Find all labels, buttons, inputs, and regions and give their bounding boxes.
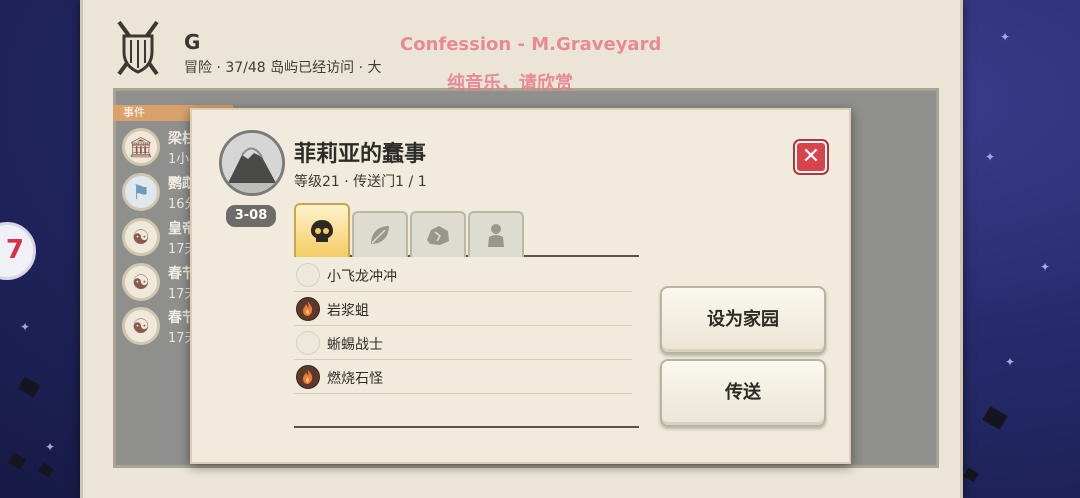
music-overlay-subtitle: 纯音乐，请欣赏: [447, 73, 573, 94]
list-divider: [294, 426, 639, 428]
tab-minerals[interactable]: [410, 211, 466, 257]
empty-circle-icon: [296, 331, 320, 355]
list-item[interactable]: 蜥蜴战士: [294, 326, 632, 360]
star-icon: ✦: [985, 150, 996, 164]
volcano-icon: [222, 133, 282, 193]
player-info: 冒险 · 37/48 岛屿已经访问 · 大: [184, 60, 382, 76]
fire-icon: [296, 365, 320, 389]
side-badge-number: 7: [5, 235, 24, 265]
rock-debris: [963, 467, 979, 483]
music-overlay-title: Confession - M.Graveyard: [400, 34, 662, 55]
list-item[interactable]: 岩浆蛆: [294, 292, 632, 326]
set-home-button[interactable]: 设为家园: [660, 286, 826, 354]
star-icon: ✦: [20, 320, 31, 334]
star-icon: ✦: [1040, 260, 1051, 274]
list-item[interactable]: 小飞龙冲冲: [294, 258, 632, 292]
creature-name: 岩浆蛆: [327, 303, 369, 319]
yin-yang-icon: ☯: [122, 263, 160, 301]
leaf-icon: [371, 226, 389, 244]
fire-icon: [296, 297, 320, 321]
tab-monsters[interactable]: [294, 203, 350, 257]
dialog-title: 菲莉亚的蠢事: [294, 142, 427, 167]
crossed-swords-shield-icon: [117, 20, 159, 76]
island-avatar: [219, 130, 285, 196]
category-tabs: [294, 203, 639, 257]
person-icon: [488, 224, 504, 247]
star-icon: ✦: [45, 440, 56, 454]
flag-icon: ⚑: [122, 173, 160, 211]
yin-yang-icon: ☯: [122, 218, 160, 256]
teleport-button[interactable]: 传送: [660, 359, 826, 427]
creature-name: 燃烧石怪: [327, 371, 383, 387]
rock-debris: [982, 406, 1008, 430]
event-time: 1小: [168, 152, 190, 167]
tab-npcs[interactable]: [468, 211, 524, 257]
island-code-tag: 3-08: [226, 205, 276, 227]
rock-debris: [7, 452, 27, 470]
creature-name: 小飞龙冲冲: [327, 269, 397, 285]
player-name: G: [184, 30, 201, 54]
building-icon: 🏛: [122, 128, 160, 166]
rock-icon: [427, 226, 449, 245]
rock-debris: [38, 462, 54, 478]
skull-icon: [311, 220, 333, 242]
empty-circle-icon: [296, 263, 320, 287]
rock-debris: [17, 376, 41, 398]
list-item[interactable]: 燃烧石怪: [294, 360, 632, 394]
creature-list: 小飞龙冲冲 岩浆蛆 蜥蜴战士 燃烧石怪: [294, 258, 632, 394]
star-icon: ✦: [1000, 30, 1011, 44]
island-dialog: 3-08 菲莉亚的蠢事 等级21 · 传送门1 / 1 ✕ 小飞龙冲冲 岩浆蛆 …: [190, 108, 851, 464]
tab-plants[interactable]: [352, 211, 408, 257]
star-icon: ✦: [1005, 355, 1016, 369]
yin-yang-icon: ☯: [122, 307, 160, 345]
side-badge[interactable]: 7: [0, 222, 36, 280]
close-button[interactable]: ✕: [795, 141, 827, 173]
dialog-subtitle: 等级21 · 传送门1 / 1: [294, 174, 427, 190]
creature-name: 蜥蜴战士: [327, 337, 383, 353]
